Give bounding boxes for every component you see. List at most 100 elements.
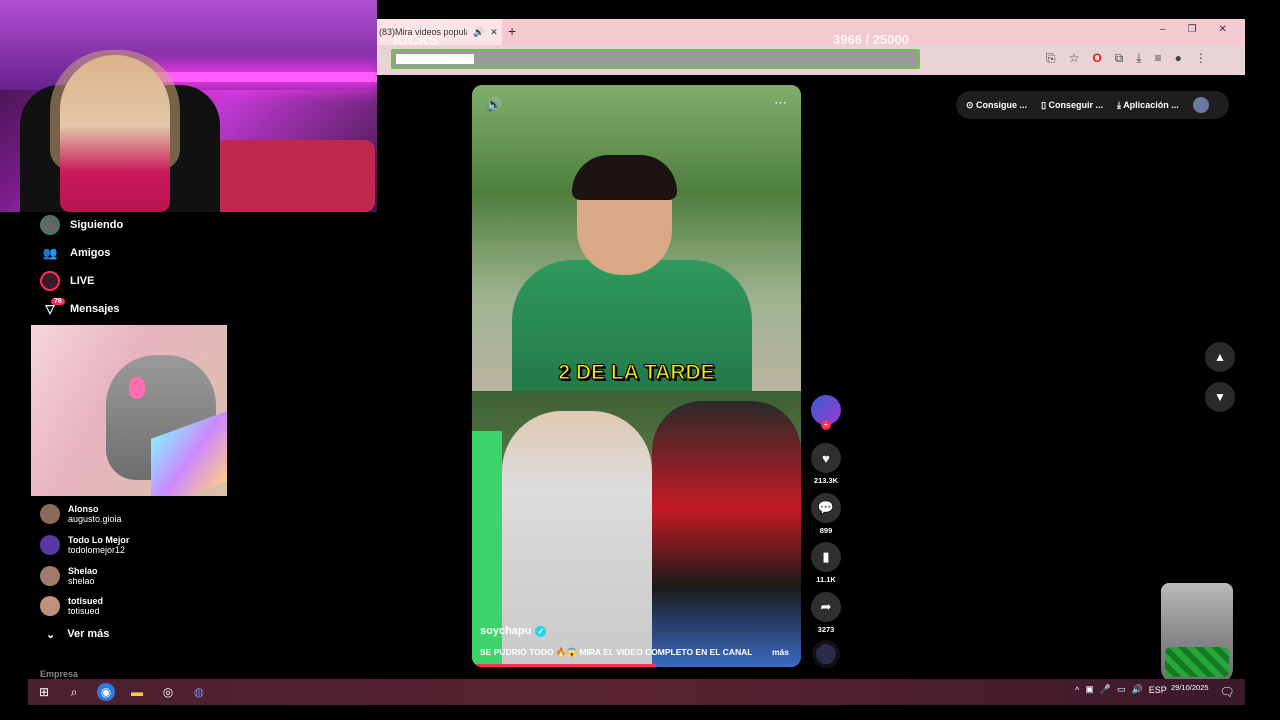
windows-start-icon[interactable]: ⊞ [35,683,53,701]
microphone-icon[interactable]: 🎤 [1100,684,1111,695]
like-button[interactable]: ♥ 213.3K [811,443,841,485]
messages-badge: 76 [51,298,65,305]
previous-video-button[interactable]: ▲ [1205,342,1235,372]
more-description-button[interactable]: más [772,647,789,657]
profile-icon[interactable]: ● [1175,51,1182,66]
account-name: Alonso [68,504,99,514]
save-count: 11.1K [816,575,836,584]
tray-chevron-icon[interactable]: ^ [1075,685,1079,695]
window-controls: – ❐ ✕ [1160,24,1227,35]
discord-icon[interactable]: ◍ [190,683,208,701]
media-icon[interactable]: ≡ [1155,51,1162,66]
goal-counter: 3966 / 25000 [833,32,909,47]
video-description: SE PUDRIÓ TODO 🔥😱 MIRA EL VIDEO COMPLETO… [480,647,753,657]
avatar [40,535,60,555]
sidebar-item-label: Amigos [70,247,111,259]
chevron-up-icon: ▲ [1214,350,1226,364]
sidebar-item-amigos[interactable]: 👥 Amigos [40,242,111,264]
account-name: Todo Lo Mejor [68,535,130,545]
share-icon: ➦ [811,592,841,622]
account-item[interactable]: Todo Lo Mejor todolomejor12 [40,535,129,555]
share-button[interactable]: ➦ 3273 [811,592,841,634]
menu-dots-icon[interactable]: ⋮ [1195,51,1207,66]
opera-icon[interactable]: O [1092,51,1101,66]
account-item[interactable]: Alonso augusto.gioia [40,504,122,524]
video-progress-bar[interactable] [472,664,657,667]
tab-close-icon[interactable]: ✕ [490,27,498,38]
restore-button[interactable]: ❐ [1188,24,1197,35]
webcam-bed [215,140,375,212]
company-link[interactable]: Empresa [40,669,78,679]
address-bar[interactable] [391,49,920,69]
streamer [60,55,170,212]
file-explorer-icon[interactable]: ▬ [128,683,146,701]
sidebar-item-live[interactable]: LIVE [40,270,94,292]
chrome-icon[interactable]: ◉ [97,683,115,701]
sidebar-item-label: Siguiendo [70,219,124,231]
comment-count: 899 [819,526,833,535]
get-app-button[interactable]: ▯ Conseguir ... [1041,100,1103,111]
video-author[interactable]: soychapu ✓ [480,625,547,637]
notifications-icon[interactable]: 🗨 [1218,683,1236,701]
top-actions-pill: ⊙ Consigue ... ▯ Conseguir ... ⤓ Aplicac… [956,91,1229,119]
new-tab-button[interactable]: + [508,23,516,39]
toolbar-icons: ⎘ ☆ O ⧉ ⤓ ≡ ● ⋮ [1046,51,1207,66]
comment-icon: 💬 [811,493,841,523]
webcam-overlay [0,0,377,212]
install-app-icon[interactable]: ⎘ [1046,51,1056,66]
extensions-icon[interactable]: ⧉ [1115,51,1124,66]
live-icon [40,271,60,291]
share-count: 3273 [817,625,835,634]
sidebar-item-label: Mensajes [70,303,120,315]
volume-tray-icon[interactable]: 🔊 [1131,684,1142,695]
account-handle: shelao [68,576,95,586]
obs-icon[interactable]: ◎ [159,683,177,701]
close-window-button[interactable]: ✕ [1219,24,1227,35]
download-app-label: Aplicación ... [1123,99,1179,110]
avatar [40,566,60,586]
download-icon[interactable]: ⤓ [1136,51,1141,66]
heart-icon: ♥ [811,443,841,473]
video-caption-overlay: 2 DE LA TARDE [558,361,715,385]
account-name: totisued [68,596,103,606]
player-red-black-jersey [652,401,801,667]
network-icon[interactable]: ▭ [1117,684,1126,695]
sidebar-item-siguiendo[interactable]: Siguiendo [40,214,123,236]
account-handle: totisued [68,606,100,616]
download-app-button[interactable]: ⤓ Aplicación ... [1117,100,1179,111]
video-player[interactable]: 2 DE LA TARDE 🔊 ⋯ soychapu ✓ SE PUDRIÓ T… [472,85,801,667]
volume-icon[interactable]: 🔊 [486,97,502,113]
account-item[interactable]: Shelao shelao [40,566,98,586]
account-name: Shelao [68,566,98,576]
follow-plus-icon[interactable]: + [821,420,831,430]
profile-avatar[interactable] [1192,97,1209,113]
language-indicator[interactable]: ESP [1149,685,1167,695]
search-icon[interactable]: ⌕ [65,683,83,701]
chevron-down-icon: ▼ [1214,390,1226,404]
clock[interactable]: 29/10/2025 [1171,683,1209,692]
bookmark-icon: ▮ [811,542,841,572]
avatar [40,596,60,616]
bookmark-star-icon[interactable]: ☆ [1069,51,1080,66]
video-top-frame [472,85,801,391]
jar-fill [1165,647,1229,677]
music-disc-icon[interactable] [812,640,840,668]
account-item[interactable]: totisued totisued [40,596,103,616]
account-handle: augusto.gioia [68,514,122,524]
friends-icon: 👥 [42,246,58,260]
address-redacted [396,54,474,64]
account-handle: todolomejor12 [68,545,126,555]
see-more-button[interactable]: ⌄ Ver más [46,628,109,641]
author-username[interactable]: soychapu [480,625,531,637]
minimize-button[interactable]: – [1160,24,1166,35]
more-options-icon[interactable]: ⋯ [774,95,787,111]
get-coins-button[interactable]: ⊙ Consigue ... [966,100,1027,111]
speaker-icon[interactable]: 🔊 [473,27,484,38]
neon-light [150,72,377,82]
date-label: 29/10/2025 [1171,683,1209,692]
chevron-down-icon: ⌄ [46,629,56,641]
next-video-button[interactable]: ▼ [1205,382,1235,412]
tray-app-icon[interactable]: ▣ [1085,684,1094,695]
comment-button[interactable]: 💬 899 [811,493,841,535]
save-button[interactable]: ▮ 11.1K [811,542,841,584]
